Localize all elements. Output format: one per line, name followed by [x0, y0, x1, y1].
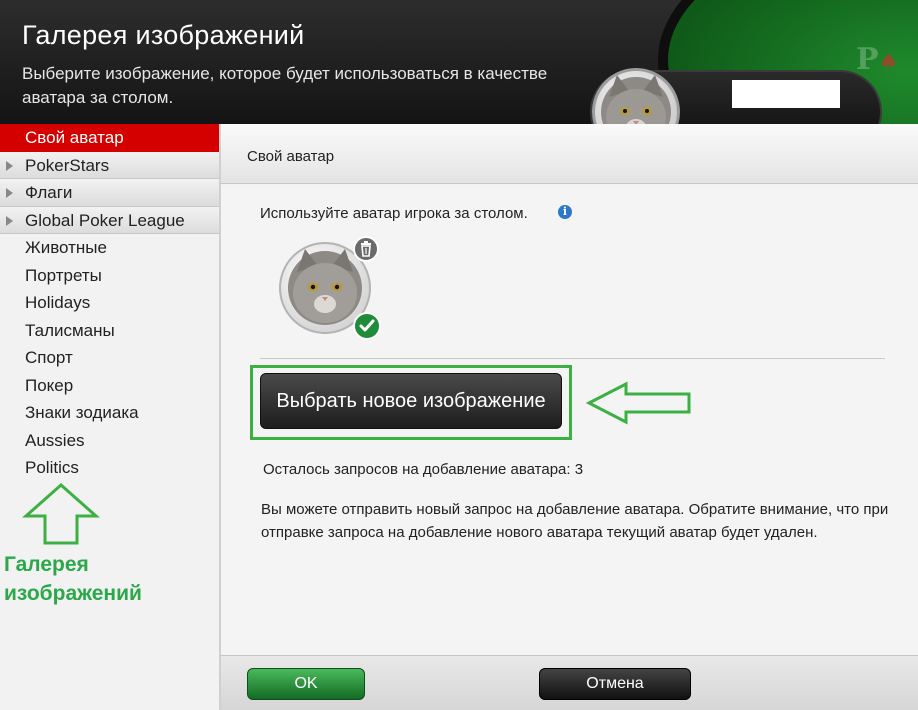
player-preview: - -	[590, 68, 882, 124]
sidebar-item-animals[interactable]: Животные	[0, 234, 219, 262]
info-note: Вы можете отправить новый запрос на доба…	[261, 501, 889, 541]
sidebar-item-mascots[interactable]: Талисманы	[0, 317, 219, 345]
info-icon[interactable]: i	[558, 205, 572, 219]
sidebar-item-flags[interactable]: Флаги	[0, 179, 219, 207]
player-name-box	[732, 80, 840, 108]
sidebar-item-global-poker-league[interactable]: Global Poker League	[0, 206, 219, 234]
sidebar-item-custom-avatar[interactable]: Свой аватар	[0, 124, 219, 152]
sidebar-item-holidays[interactable]: Holidays	[0, 289, 219, 317]
main-panel: Используйте аватар игрока за столом. i В…	[221, 185, 918, 655]
dialog-footer: OK Отмена	[221, 655, 918, 710]
page-subtitle: Выберите изображение, которое будет испо…	[22, 64, 548, 107]
sidebar-item-portraits[interactable]: Портреты	[0, 262, 219, 290]
divider	[260, 358, 885, 359]
ok-button[interactable]: OK	[247, 668, 365, 700]
expand-arrow-icon[interactable]	[6, 188, 13, 198]
sidebar-item-pokerstars[interactable]: PokerStars	[0, 151, 219, 179]
header: P♠ Галерея изображений Выберите изображе…	[0, 0, 918, 124]
page-title: Галерея изображений	[22, 20, 305, 50]
avatar-approved-check-icon	[353, 312, 381, 340]
expand-arrow-icon[interactable]	[6, 215, 13, 226]
delete-avatar-trash-icon[interactable]	[353, 236, 379, 262]
use-avatar-text: Используйте аватар игрока за столом.	[260, 205, 528, 222]
expand-arrow-icon[interactable]	[6, 160, 13, 171]
sidebar-item-poker[interactable]: Покер	[0, 372, 219, 400]
gallery-annotation-label: Галерея изображений	[4, 553, 142, 605]
choose-new-image-button[interactable]: Выбрать новое изображение	[260, 373, 562, 429]
cat-avatar-image	[601, 75, 671, 124]
section-title: Свой аватар	[247, 148, 335, 165]
gallery-sidebar: Свой аватар PokerStars Флаги Global Poke…	[0, 124, 221, 710]
annotation-left-arrow-icon	[586, 381, 691, 425]
player-avatar	[592, 68, 680, 124]
sidebar-item-aussies[interactable]: Aussies	[0, 427, 219, 455]
sidebar-item-politics[interactable]: Politics	[0, 454, 219, 482]
annotation-up-arrow-icon	[22, 482, 100, 545]
sidebar-item-sport[interactable]: Спорт	[0, 344, 219, 372]
pokerstars-logo: P♠	[856, 42, 899, 77]
section-header: Свой аватар	[221, 124, 918, 184]
requests-remaining: Осталось запросов на добавление аватара:…	[263, 461, 584, 478]
cancel-button[interactable]: Отмена	[539, 668, 691, 700]
sidebar-item-zodiac[interactable]: Знаки зодиака	[0, 399, 219, 427]
